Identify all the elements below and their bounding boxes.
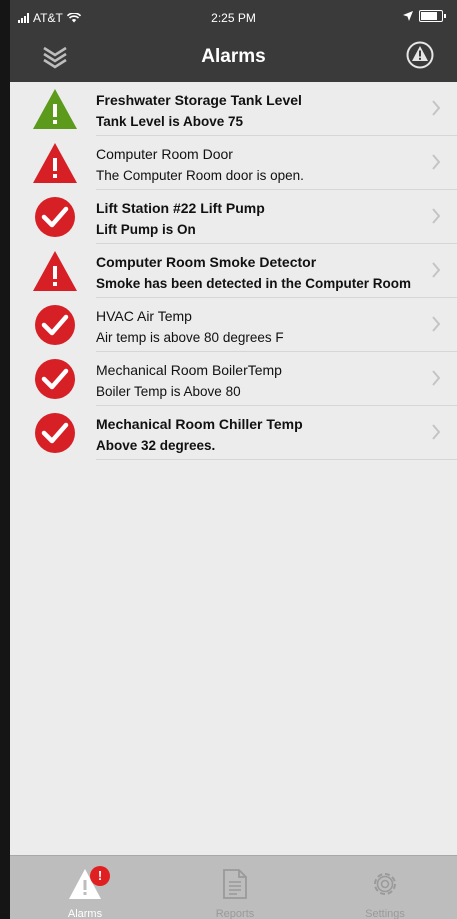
alarm-text: Computer Room Smoke Detector Smoke has b… bbox=[96, 251, 416, 295]
alarm-row[interactable]: Computer Room Smoke Detector Smoke has b… bbox=[10, 244, 457, 298]
chevron-right-icon bbox=[432, 154, 441, 170]
alarm-title: Computer Room Door bbox=[96, 146, 233, 162]
phone-screen: AT&T 2:25 PM Alarms Freshwater Storage T… bbox=[10, 0, 457, 919]
tab-label: Settings bbox=[365, 908, 405, 919]
alarm-row[interactable]: HVAC Air Temp Air temp is above 80 degre… bbox=[10, 298, 457, 352]
alarm-title: HVAC Air Temp bbox=[96, 308, 192, 324]
alarm-title: Mechanical Room BoilerTemp bbox=[96, 362, 282, 378]
clock: 2:25 PM bbox=[211, 11, 256, 25]
alarm-text: Lift Station #22 Lift Pump Lift Pump is … bbox=[96, 197, 416, 241]
warning-green-icon bbox=[32, 88, 78, 130]
tab-reports[interactable]: Reports bbox=[180, 862, 290, 919]
alarm-row[interactable]: Computer Room Door The Computer Room doo… bbox=[10, 136, 457, 190]
alarm-text: Computer Room Door The Computer Room doo… bbox=[96, 143, 416, 187]
chevron-right-icon bbox=[432, 208, 441, 224]
alarm-text: HVAC Air Temp Air temp is above 80 degre… bbox=[96, 305, 416, 349]
alarm-text: Mechanical Room Chiller Temp Above 32 de… bbox=[96, 413, 416, 457]
alarm-row[interactable]: Mechanical Room Chiller Temp Above 32 de… bbox=[10, 406, 457, 460]
row-divider bbox=[96, 459, 457, 460]
alarm-title: Computer Room Smoke Detector bbox=[96, 254, 317, 270]
navigation-bar: Alarms bbox=[10, 34, 457, 82]
status-bar: AT&T 2:25 PM bbox=[10, 0, 457, 34]
alarm-title: Lift Station #22 Lift Pump bbox=[96, 200, 265, 216]
chevron-right-icon bbox=[432, 262, 441, 278]
location-arrow-icon bbox=[403, 11, 413, 21]
chevron-right-icon bbox=[432, 424, 441, 440]
alarm-count-badge: ! bbox=[90, 866, 110, 886]
tab-label: Reports bbox=[215, 908, 255, 919]
alarm-row[interactable]: Lift Station #22 Lift Pump Lift Pump is … bbox=[10, 190, 457, 244]
alarm-text: Mechanical Room BoilerTemp Boiler Temp i… bbox=[96, 359, 416, 403]
alarm-subtitle: Tank Level is Above 75 bbox=[96, 114, 244, 129]
alarm-row[interactable]: Freshwater Storage Tank Level Tank Level… bbox=[10, 82, 457, 136]
alarm-title: Mechanical Room Chiller Temp bbox=[96, 416, 303, 432]
battery-icon bbox=[419, 10, 446, 22]
alarm-title: Freshwater Storage Tank Level bbox=[96, 92, 302, 108]
gear-icon bbox=[374, 873, 396, 895]
alarm-subtitle: Smoke has been detected in the Computer … bbox=[96, 276, 412, 291]
tab-alarms[interactable]: ! Alarms bbox=[30, 862, 140, 919]
check-red-icon bbox=[32, 358, 78, 400]
alarm-subtitle: Above 32 degrees. bbox=[96, 438, 216, 453]
alarm-row[interactable]: Mechanical Room BoilerTemp Boiler Temp i… bbox=[10, 352, 457, 406]
document-icon bbox=[223, 869, 247, 899]
chevron-right-icon bbox=[432, 316, 441, 332]
alarm-subtitle: The Computer Room door is open. bbox=[96, 168, 304, 183]
tab-label: Alarms bbox=[67, 908, 103, 919]
alarm-text: Freshwater Storage Tank Level Tank Level… bbox=[96, 89, 416, 133]
chevron-right-icon bbox=[432, 370, 441, 386]
alarm-list: Freshwater Storage Tank Level Tank Level… bbox=[10, 82, 457, 460]
tab-settings[interactable]: Settings bbox=[330, 862, 440, 919]
warning-red-icon bbox=[32, 250, 78, 292]
check-red-icon bbox=[32, 412, 78, 454]
check-red-icon bbox=[32, 304, 78, 346]
alarm-subtitle: Air temp is above 80 degrees F bbox=[96, 330, 284, 345]
alarm-subtitle: Lift Pump is On bbox=[96, 222, 196, 237]
chevron-right-icon bbox=[432, 100, 441, 116]
status-right bbox=[403, 10, 446, 22]
alarm-subtitle: Boiler Temp is Above 80 bbox=[96, 384, 241, 399]
check-red-icon bbox=[32, 196, 78, 238]
alarm-filter-icon[interactable] bbox=[405, 40, 435, 70]
page-title: Alarms bbox=[201, 46, 266, 67]
tab-bar: ! Alarms Reports Settings bbox=[10, 855, 457, 919]
warning-red-icon bbox=[32, 142, 78, 184]
